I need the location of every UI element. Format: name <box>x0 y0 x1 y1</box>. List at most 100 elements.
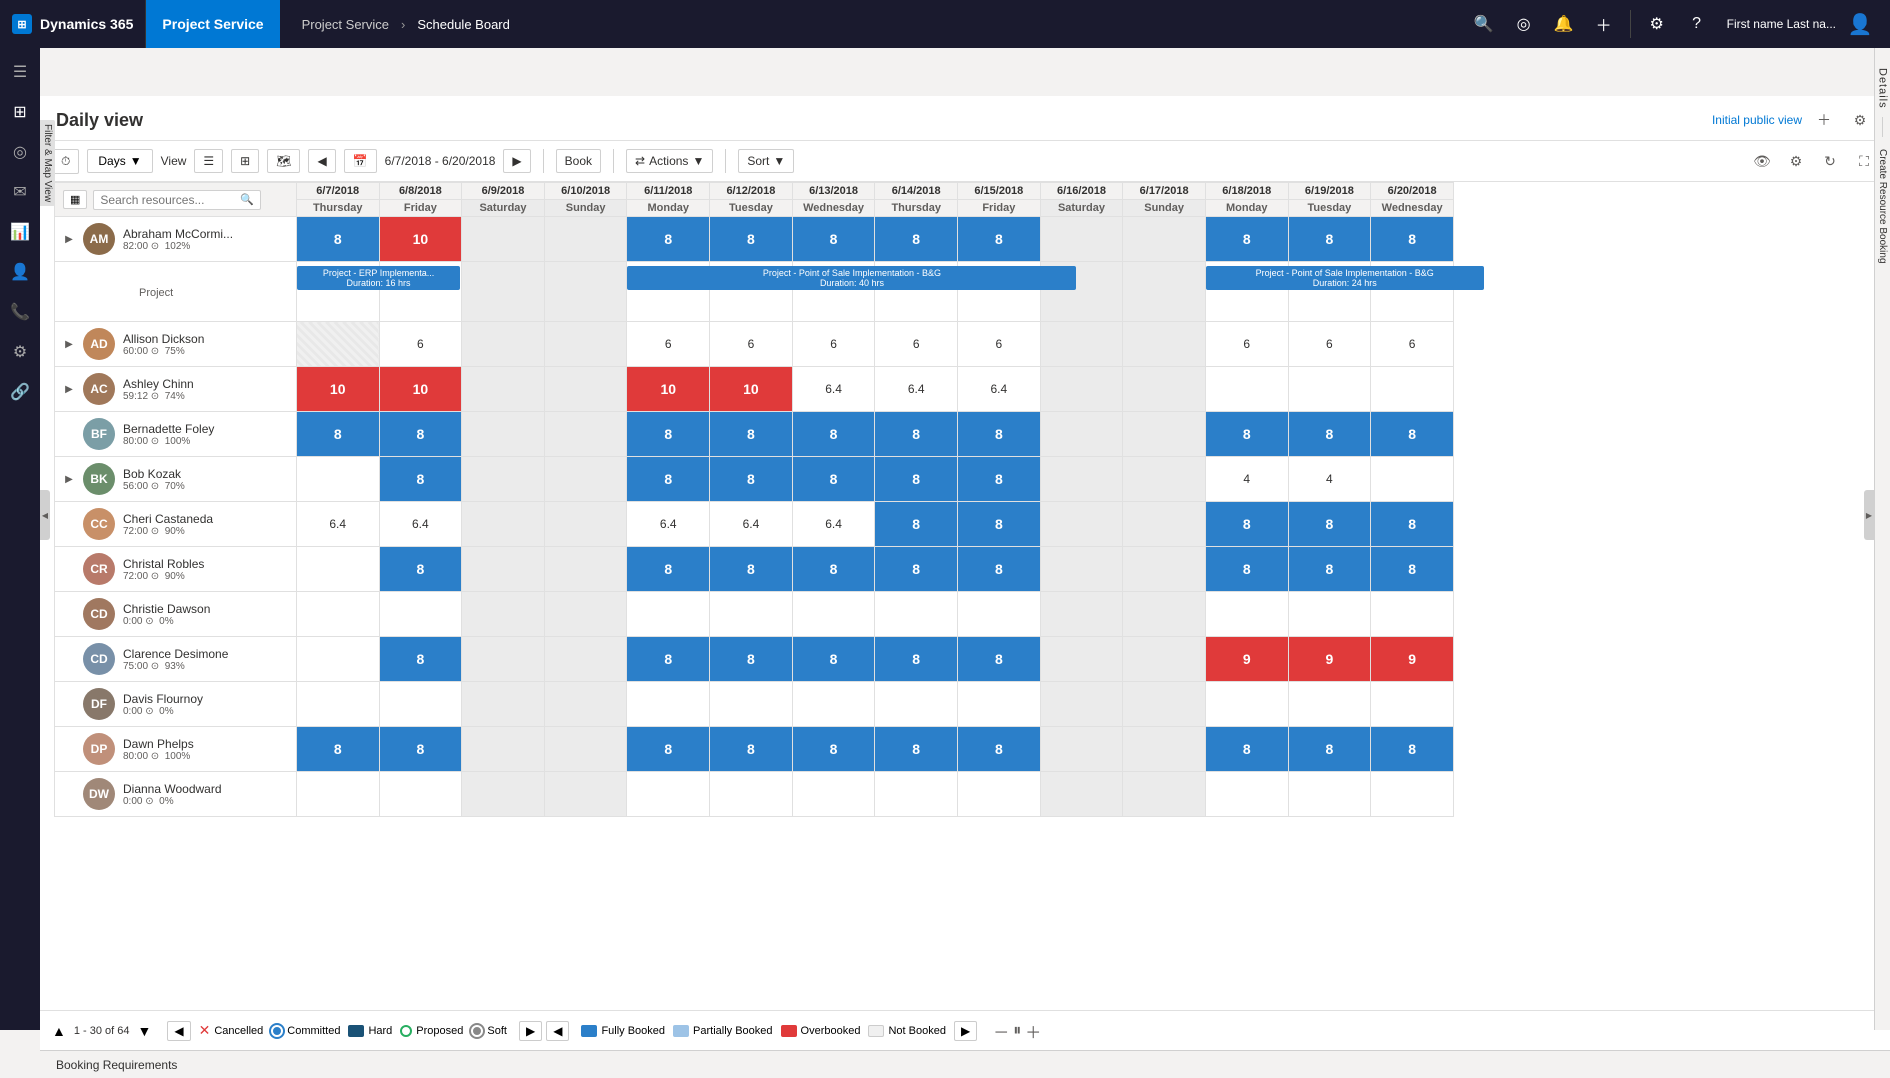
day-cell[interactable] <box>1040 457 1123 502</box>
details-label[interactable]: Details <box>1877 68 1889 109</box>
day-cell[interactable]: 8 <box>958 637 1041 682</box>
day-cell[interactable] <box>1123 592 1206 637</box>
sidebar-contacts-icon[interactable]: 👤 <box>2 254 38 290</box>
day-cell[interactable] <box>1040 412 1123 457</box>
days-selector[interactable]: Days ▼ <box>87 149 152 173</box>
day-cell[interactable]: 10 <box>296 367 379 412</box>
search-icon[interactable]: 🔍 <box>1466 6 1502 42</box>
day-cell[interactable]: 6.4 <box>296 502 379 547</box>
day-cell[interactable] <box>462 592 545 637</box>
day-cell[interactable]: 9 <box>1371 637 1454 682</box>
day-cell[interactable] <box>462 322 545 367</box>
day-cell[interactable] <box>1040 772 1123 817</box>
day-cell[interactable] <box>462 457 545 502</box>
list-view-button[interactable]: ☰ <box>194 149 223 173</box>
day-cell[interactable]: 6 <box>1371 322 1454 367</box>
day-cell[interactable] <box>462 217 545 262</box>
day-cell[interactable] <box>1123 457 1206 502</box>
initial-view-label[interactable]: Initial public view <box>1712 113 1802 127</box>
day-cell[interactable]: 10 <box>710 367 793 412</box>
day-cell[interactable] <box>958 772 1041 817</box>
help-icon[interactable]: ? <box>1679 6 1715 42</box>
day-cell[interactable] <box>544 502 627 547</box>
day-cell[interactable] <box>462 682 545 727</box>
day-cell[interactable]: 6.4 <box>875 367 958 412</box>
legend-prev-2-button[interactable]: ◀ <box>546 1021 569 1041</box>
day-cell[interactable] <box>627 592 710 637</box>
day-cell[interactable]: 6.4 <box>792 502 875 547</box>
day-cell[interactable] <box>296 322 379 367</box>
day-cell[interactable] <box>462 727 545 772</box>
day-cell[interactable]: 10 <box>379 217 462 262</box>
day-cell[interactable]: 8 <box>792 457 875 502</box>
expand-btn[interactable]: ▶ <box>63 233 75 245</box>
sort-button[interactable]: Sort ▼ <box>738 149 794 173</box>
legend-prev-button[interactable]: ◀ <box>167 1021 190 1041</box>
book-button[interactable]: Book <box>556 149 601 173</box>
view-settings-button[interactable]: ⚙ <box>1846 106 1874 134</box>
expand-btn[interactable]: ▶ <box>63 383 75 395</box>
day-cell[interactable]: 8 <box>379 457 462 502</box>
expand-all-button[interactable]: ▲ <box>52 1023 66 1039</box>
day-cell[interactable] <box>1040 637 1123 682</box>
day-cell[interactable] <box>627 682 710 727</box>
day-cell[interactable]: 6.4 <box>958 367 1041 412</box>
day-cell[interactable]: 6.4 <box>627 502 710 547</box>
grid-settings-button[interactable]: ⚙ <box>1782 147 1810 175</box>
day-cell[interactable]: 8 <box>958 547 1041 592</box>
day-cell[interactable]: 8 <box>875 457 958 502</box>
day-cell[interactable] <box>462 502 545 547</box>
day-cell[interactable]: 8 <box>379 727 462 772</box>
user-avatar-icon[interactable]: 👤 <box>1842 6 1878 42</box>
day-cell[interactable] <box>296 772 379 817</box>
day-cell[interactable] <box>379 592 462 637</box>
day-cell[interactable]: 8 <box>296 727 379 772</box>
day-cell[interactable]: 8 <box>958 727 1041 772</box>
day-cell[interactable]: 8 <box>792 727 875 772</box>
day-cell[interactable] <box>1123 412 1206 457</box>
day-cell[interactable] <box>1288 367 1371 412</box>
day-cell[interactable] <box>379 682 462 727</box>
day-cell[interactable]: 8 <box>1371 502 1454 547</box>
next-date-button[interactable]: ▶ <box>503 149 530 173</box>
project-bar-1[interactable]: Project - ERP Implementa...Duration: 16 … <box>297 266 460 290</box>
day-cell[interactable]: 6 <box>627 322 710 367</box>
day-cell[interactable] <box>1123 727 1206 772</box>
day-cell[interactable]: 8 <box>710 457 793 502</box>
day-cell[interactable] <box>544 217 627 262</box>
day-cell[interactable] <box>544 772 627 817</box>
day-cell[interactable] <box>1123 547 1206 592</box>
pause-button[interactable]: ⏸ <box>1013 1019 1021 1043</box>
day-cell[interactable] <box>958 592 1041 637</box>
day-cell[interactable]: 8 <box>1205 547 1288 592</box>
day-cell[interactable]: 9 <box>1288 637 1371 682</box>
day-cell[interactable] <box>1123 637 1206 682</box>
day-cell[interactable]: 6 <box>710 322 793 367</box>
day-cell[interactable]: 4 <box>1288 457 1371 502</box>
day-cell[interactable] <box>296 637 379 682</box>
day-cell[interactable] <box>792 592 875 637</box>
day-cell[interactable]: 8 <box>875 727 958 772</box>
plus-icon[interactable]: ＋ <box>1586 6 1622 42</box>
day-cell[interactable] <box>1205 772 1288 817</box>
breadcrumb-ps[interactable]: Project Service <box>302 17 389 32</box>
sidebar-link-icon[interactable]: 🔗 <box>2 374 38 410</box>
day-cell[interactable] <box>1123 772 1206 817</box>
legend-next-button[interactable]: ▶ <box>519 1021 542 1041</box>
day-cell[interactable]: 6 <box>1288 322 1371 367</box>
day-cell[interactable] <box>544 367 627 412</box>
map-view-button[interactable]: 🗺 <box>267 149 300 173</box>
sidebar-phone-icon[interactable]: 📞 <box>2 294 38 330</box>
day-cell[interactable] <box>1205 367 1288 412</box>
day-cell[interactable] <box>1123 502 1206 547</box>
day-cell[interactable] <box>462 547 545 592</box>
bell-icon[interactable]: 🔔 <box>1546 6 1582 42</box>
day-cell[interactable] <box>1040 367 1123 412</box>
day-cell[interactable]: 8 <box>1288 502 1371 547</box>
day-cell[interactable] <box>1288 682 1371 727</box>
expand-btn[interactable]: ▶ <box>63 338 75 350</box>
day-cell[interactable]: 8 <box>792 637 875 682</box>
day-cell[interactable] <box>1288 592 1371 637</box>
day-cell[interactable]: 8 <box>1205 502 1288 547</box>
day-cell[interactable]: 6 <box>379 322 462 367</box>
